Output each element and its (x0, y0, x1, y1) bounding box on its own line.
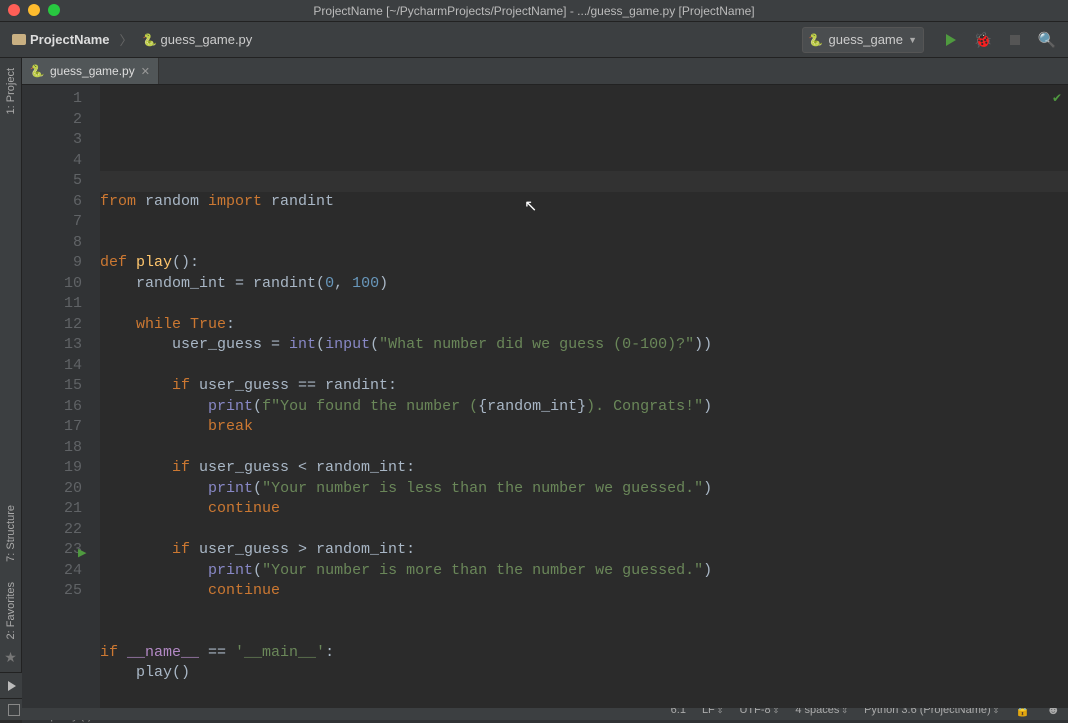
left-tool-rail: 1: Project 7: Structure 2: Favorites ★ (0, 58, 22, 672)
play-icon (8, 681, 16, 691)
structure-tool-tab[interactable]: 7: Structure (5, 495, 17, 572)
python-file-icon (143, 33, 157, 47)
line-number[interactable]: 18 (22, 438, 82, 459)
code-line[interactable]: if user_guess < random_int: (100, 458, 1068, 479)
breadcrumb-project[interactable]: ProjectName (6, 30, 115, 49)
window-title: ProjectName [~/PycharmProjects/ProjectNa… (313, 4, 754, 18)
line-number[interactable]: 5 (22, 171, 82, 192)
search-icon: 🔍 (1038, 31, 1057, 49)
line-number[interactable]: 19 (22, 458, 82, 479)
line-number[interactable]: 11 (22, 294, 82, 315)
bug-icon: 🐞 (974, 31, 993, 49)
editor-gutter[interactable]: 1234567891011121314151617181920212223242… (22, 85, 100, 708)
code-line[interactable]: continue (100, 499, 1068, 520)
close-window-button[interactable] (8, 4, 20, 16)
editor-code-area[interactable]: ✔ ↖ from random import randintdef play()… (100, 85, 1068, 708)
minimize-window-button[interactable] (28, 4, 40, 16)
inspection-ok-icon[interactable]: ✔ (1052, 89, 1062, 110)
code-line[interactable] (100, 520, 1068, 541)
code-line[interactable]: user_guess = int(input("What number did … (100, 335, 1068, 356)
folder-icon (12, 34, 26, 45)
play-icon (946, 34, 956, 46)
run-button[interactable] (936, 27, 966, 53)
search-everywhere-button[interactable]: 🔍 (1032, 27, 1062, 53)
code-line[interactable]: continue (100, 581, 1068, 602)
debug-button[interactable]: 🐞 (968, 27, 998, 53)
line-number[interactable]: 23 (22, 540, 82, 561)
line-number[interactable]: 9 (22, 253, 82, 274)
line-number[interactable]: 22 (22, 520, 82, 541)
line-number[interactable]: 2 (22, 110, 82, 131)
current-line-highlight (100, 171, 1068, 192)
line-number[interactable]: 4 (22, 151, 82, 172)
stop-button[interactable] (1000, 27, 1030, 53)
code-line[interactable] (100, 684, 1068, 705)
navigation-bar: ProjectName 〉 guess_game.py guess_game ▼… (0, 22, 1068, 58)
code-line[interactable] (100, 622, 1068, 643)
editor-tabs: guess_game.py ✕ (22, 58, 1068, 85)
chevron-right-icon: 〉 (119, 30, 132, 49)
line-number[interactable]: 1 (22, 89, 82, 110)
code-line[interactable]: if user_guess > random_int: (100, 540, 1068, 561)
breadcrumb-file[interactable]: guess_game.py (137, 30, 259, 49)
tab-label: guess_game.py (50, 64, 135, 78)
code-line[interactable]: play() (100, 663, 1068, 684)
code-line[interactable]: print(f"You found the number ({random_in… (100, 397, 1068, 418)
code-line[interactable]: print("Your number is less than the numb… (100, 479, 1068, 500)
breadcrumb-project-label: ProjectName (30, 32, 109, 47)
code-line[interactable] (100, 438, 1068, 459)
line-number[interactable]: 20 (22, 479, 82, 500)
line-number[interactable]: 8 (22, 233, 82, 254)
code-line[interactable]: if user_guess == randint: (100, 376, 1068, 397)
line-number[interactable]: 15 (22, 376, 82, 397)
line-number[interactable]: 21 (22, 499, 82, 520)
line-number[interactable]: 12 (22, 315, 82, 336)
line-number[interactable]: 16 (22, 397, 82, 418)
chevron-down-icon: ▼ (908, 35, 917, 45)
favorites-tool-tab[interactable]: 2: Favorites (5, 572, 17, 649)
code-line[interactable]: if __name__ == '__main__': (100, 643, 1068, 664)
window-titlebar: ProjectName [~/PycharmProjects/ProjectNa… (0, 0, 1068, 22)
code-line[interactable]: from random import randint (100, 192, 1068, 213)
code-line[interactable] (100, 294, 1068, 315)
breadcrumb-file-label: guess_game.py (161, 32, 253, 47)
line-number[interactable]: 25 (22, 581, 82, 602)
code-line[interactable] (100, 233, 1068, 254)
code-line[interactable] (100, 356, 1068, 377)
line-number[interactable]: 14 (22, 356, 82, 377)
line-number[interactable]: 17 (22, 417, 82, 438)
python-file-icon (809, 33, 823, 47)
code-line[interactable]: random_int = randint(0, 100) (100, 274, 1068, 295)
stop-icon (1010, 35, 1020, 45)
run-config-label: guess_game (829, 32, 903, 47)
code-line[interactable]: print("Your number is more than the numb… (100, 561, 1068, 582)
code-editor[interactable]: 1234567891011121314151617181920212223242… (22, 85, 1068, 708)
project-tool-tab[interactable]: 1: Project (5, 58, 17, 124)
tool-windows-toggle-icon[interactable] (8, 704, 20, 716)
window-controls[interactable] (8, 4, 60, 16)
star-icon: ★ (4, 649, 17, 666)
line-number[interactable]: 6 (22, 192, 82, 213)
run-config-selector[interactable]: guess_game ▼ (802, 27, 924, 53)
code-line[interactable]: while True: (100, 315, 1068, 336)
line-number[interactable]: 24 (22, 561, 82, 582)
code-line[interactable] (100, 212, 1068, 233)
line-number[interactable]: 3 (22, 130, 82, 151)
line-number[interactable]: 13 (22, 335, 82, 356)
line-number[interactable]: 10 (22, 274, 82, 295)
editor-tab-guess-game[interactable]: guess_game.py ✕ (22, 58, 159, 84)
code-line[interactable] (100, 602, 1068, 623)
run-line-icon[interactable]: ▶ (78, 544, 86, 565)
code-line[interactable]: break (100, 417, 1068, 438)
line-number[interactable]: 7 (22, 212, 82, 233)
code-line[interactable]: def play(): (100, 253, 1068, 274)
python-file-icon (30, 64, 44, 78)
close-icon[interactable]: ✕ (141, 65, 150, 78)
zoom-window-button[interactable] (48, 4, 60, 16)
